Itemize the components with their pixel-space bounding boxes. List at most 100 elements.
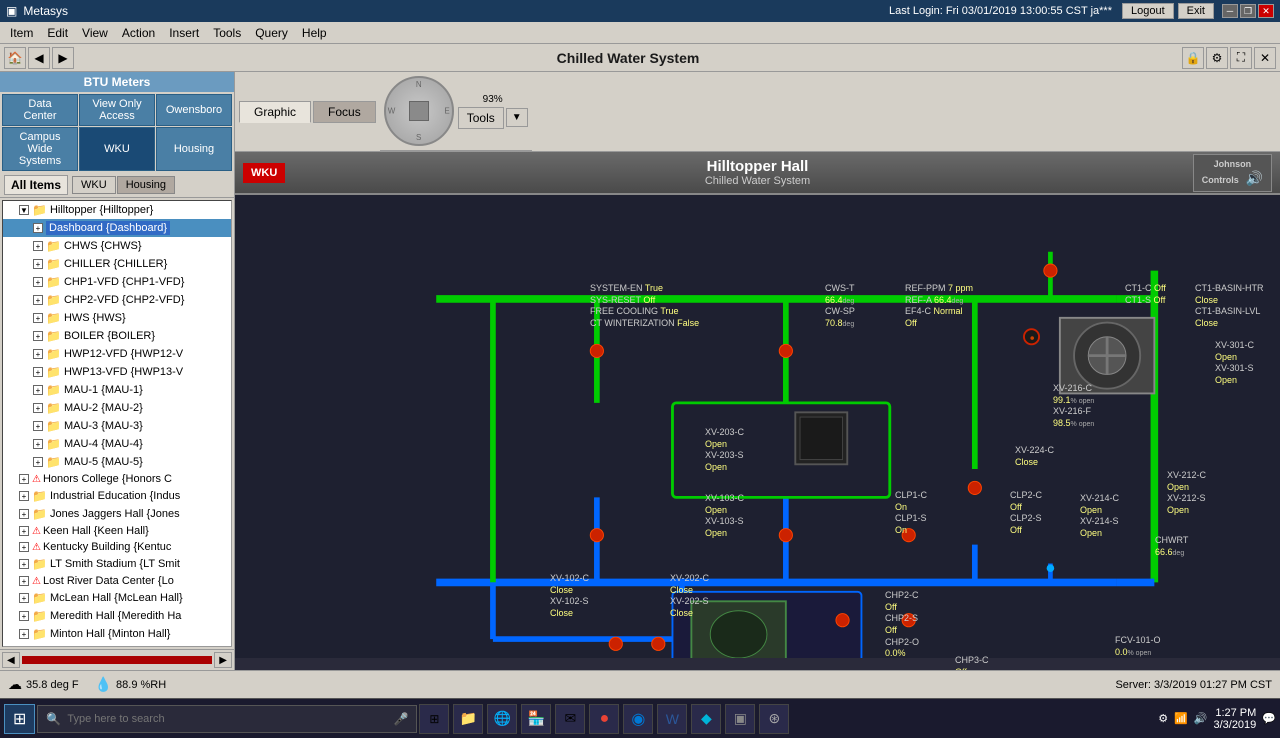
expand-icon[interactable]: +	[33, 403, 43, 413]
expand-icon[interactable]: +	[33, 349, 43, 359]
expand-icon[interactable]: +	[33, 385, 43, 395]
tree-scroll-right[interactable]: ▶	[214, 652, 232, 668]
loc-view-only[interactable]: View Only Access	[79, 94, 155, 126]
tree-item-chws[interactable]: + 📁 CHWS {CHWS}	[3, 237, 231, 255]
menu-item-tools[interactable]: Tools	[207, 24, 247, 42]
expand-icon[interactable]: +	[33, 277, 43, 287]
task-file-explorer[interactable]: 📁	[453, 704, 483, 734]
tree-scroll-left[interactable]: ◀	[2, 652, 20, 668]
expand-icon[interactable]: +	[19, 509, 29, 519]
task-mail[interactable]: ✉	[555, 704, 585, 734]
tree-item-lt-smith[interactable]: + 📁 LT Smith Stadium {LT Smit	[3, 555, 231, 573]
exit-button[interactable]: Exit	[1178, 3, 1214, 19]
tab-focus[interactable]: Focus	[313, 101, 376, 123]
expand-icon[interactable]: +	[19, 593, 29, 603]
task-store[interactable]: 🏪	[521, 704, 551, 734]
start-button[interactable]: ⊞	[4, 704, 35, 734]
tab-housing[interactable]: Housing	[117, 176, 175, 194]
tree-item-hilltopper[interactable]: ▼ 📁 Hilltopper {Hilltopper}	[3, 201, 231, 219]
tab-wku[interactable]: WKU	[72, 176, 116, 194]
expand-icon[interactable]: +	[33, 295, 43, 305]
expand-icon[interactable]: +	[33, 313, 43, 323]
tree-item-mau2[interactable]: + 📁 MAU-2 {MAU-2}	[3, 399, 231, 417]
expand-icon[interactable]: +	[33, 259, 43, 269]
menu-item-view[interactable]: View	[76, 24, 114, 42]
expand-icon[interactable]: ▼	[19, 205, 29, 215]
tray-settings-icon[interactable]: ⚙	[1158, 712, 1168, 725]
task-app1[interactable]: ◆	[691, 704, 721, 734]
task-app2[interactable]: ▣	[725, 704, 755, 734]
toolbar-forward[interactable]: ▶	[52, 47, 74, 69]
tree-item-minton[interactable]: + 📁 Minton Hall {Minton Hall}	[3, 625, 231, 643]
loc-campus-wide[interactable]: Campus Wide Systems	[2, 127, 78, 171]
loc-housing[interactable]: Housing	[156, 127, 232, 171]
loc-data-center[interactable]: Data Center	[2, 94, 78, 126]
expand-icon[interactable]: +	[19, 559, 29, 569]
tree-item-mmth[interactable]: + 📁 MMTH {MMTH}	[3, 643, 231, 647]
tree-item-mau3[interactable]: + 📁 MAU-3 {MAU-3}	[3, 417, 231, 435]
toolbar-settings[interactable]: ⚙	[1206, 47, 1228, 69]
all-items-button[interactable]: All Items	[4, 175, 68, 195]
task-word[interactable]: W	[657, 704, 687, 734]
toolbar-fullscreen[interactable]: ⛶	[1230, 47, 1252, 69]
tree-item-mau5[interactable]: + 📁 MAU-5 {MAU-5}	[3, 453, 231, 471]
task-app3[interactable]: ⊛	[759, 704, 789, 734]
expand-icon[interactable]: +	[19, 542, 29, 552]
menu-item-query[interactable]: Query	[249, 24, 294, 42]
tree-item-chp1vfd[interactable]: + 📁 CHP1-VFD {CHP1-VFD}	[3, 273, 231, 291]
compass-center[interactable]	[409, 101, 429, 121]
expand-icon[interactable]: +	[19, 629, 29, 639]
expand-icon[interactable]: +	[33, 367, 43, 377]
task-outlook[interactable]: ◉	[623, 704, 653, 734]
tree-item-indus-ed[interactable]: + 📁 Industrial Education {Indus	[3, 487, 231, 505]
toolbar-lock[interactable]: 🔒	[1182, 47, 1204, 69]
expand-icon[interactable]: +	[33, 223, 43, 233]
tree-item-chiller[interactable]: + 📁 CHILLER {CHILLER}	[3, 255, 231, 273]
search-input[interactable]	[67, 713, 387, 725]
tree-item-mau4[interactable]: + 📁 MAU-4 {MAU-4}	[3, 435, 231, 453]
tree-item-keen-hall[interactable]: + ⚠ Keen Hall {Keen Hall}	[3, 523, 231, 539]
tab-graphic[interactable]: Graphic	[239, 101, 311, 123]
expand-icon[interactable]: +	[33, 331, 43, 341]
tree-item-lost-river[interactable]: + ⚠ Lost River Data Center {Lo	[3, 573, 231, 589]
menu-item-edit[interactable]: Edit	[41, 24, 74, 42]
tools-button[interactable]: Tools	[458, 107, 504, 129]
expand-icon[interactable]: +	[33, 421, 43, 431]
tree-item-mclean[interactable]: + 📁 McLean Hall {McLean Hall}	[3, 589, 231, 607]
tray-notification-icon[interactable]: 💬	[1262, 712, 1276, 725]
expand-icon[interactable]: +	[19, 474, 29, 484]
close-button[interactable]: ✕	[1258, 4, 1274, 18]
tree-item-kentucky[interactable]: + ⚠ Kentucky Building {Kentuc	[3, 539, 231, 555]
logout-button[interactable]: Logout	[1122, 3, 1174, 19]
tray-sound-icon[interactable]: 🔊	[1194, 712, 1208, 725]
tray-network-icon[interactable]: 📶	[1174, 712, 1188, 725]
expand-icon[interactable]: +	[19, 576, 29, 586]
tree-item-mau1[interactable]: + 📁 MAU-1 {MAU-1}	[3, 381, 231, 399]
tree-item-hws[interactable]: + 📁 HWS {HWS}	[3, 309, 231, 327]
tree-item-boiler[interactable]: + 📁 BOILER {BOILER}	[3, 327, 231, 345]
tree-item-honors[interactable]: + ⚠ Honors College {Honors C	[3, 471, 231, 487]
minimize-button[interactable]: ─	[1222, 4, 1238, 18]
tree-item-chp2vfd[interactable]: + 📁 CHP2-VFD {CHP2-VFD}	[3, 291, 231, 309]
menu-item-help[interactable]: Help	[296, 24, 333, 42]
tree-item-meredith[interactable]: + 📁 Meredith Hall {Meredith Ha	[3, 607, 231, 625]
expand-icon[interactable]: +	[19, 491, 29, 501]
task-chrome[interactable]: ●	[589, 704, 619, 734]
microphone-icon[interactable]: 🎤	[393, 712, 408, 726]
tree-item-jones-jaggers[interactable]: + 📁 Jones Jaggers Hall {Jones	[3, 505, 231, 523]
loc-wku[interactable]: WKU	[79, 127, 155, 171]
tree-item-dashboard[interactable]: + Dashboard {Dashboard}	[3, 219, 231, 237]
toolbar-back[interactable]: ◀	[28, 47, 50, 69]
expand-icon[interactable]: +	[19, 526, 29, 536]
tree-item-hwp12[interactable]: + 📁 HWP12-VFD {HWP12-V	[3, 345, 231, 363]
expand-icon[interactable]: +	[33, 439, 43, 449]
task-cortana[interactable]: ⊞	[419, 704, 449, 734]
menu-item-insert[interactable]: Insert	[163, 24, 205, 42]
toolbar-home[interactable]: 🏠	[4, 47, 26, 69]
tools-arrow-button[interactable]: ▼	[506, 108, 528, 127]
menu-item-item[interactable]: Item	[4, 24, 39, 42]
loc-owensboro[interactable]: Owensboro	[156, 94, 232, 126]
menu-item-action[interactable]: Action	[116, 24, 161, 42]
expand-icon[interactable]: +	[19, 611, 29, 621]
expand-icon[interactable]: +	[33, 457, 43, 467]
